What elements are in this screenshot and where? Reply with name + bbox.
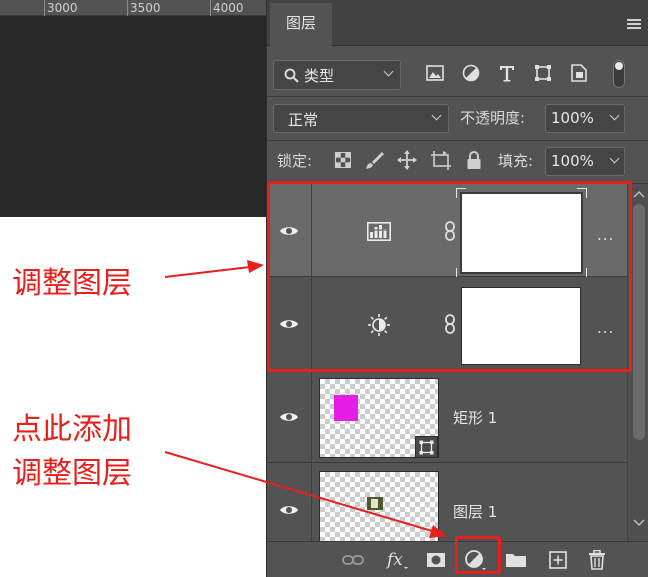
image-filter-icon[interactable] [422, 60, 448, 86]
scroll-up-icon[interactable] [633, 190, 645, 198]
add-mask-icon[interactable] [424, 549, 448, 571]
magenta-rectangle-swatch [334, 395, 358, 421]
lock-artboard-icon[interactable] [430, 150, 452, 174]
panel-menu-icon[interactable] [627, 19, 641, 29]
eye-icon [280, 412, 298, 421]
blend-mode-select[interactable]: 正常 [273, 104, 449, 133]
layer-row-layer-1[interactable]: 图层 1 [267, 463, 627, 541]
chevron-down-icon [609, 110, 620, 121]
search-icon [284, 68, 299, 83]
opacity-field[interactable]: 100% [545, 104, 625, 133]
opacity-label: 不透明度: [460, 109, 526, 127]
type-filter-icon[interactable] [494, 60, 520, 86]
divider [267, 140, 648, 141]
lock-transparent-pixels-icon[interactable] [335, 152, 351, 172]
horizontal-ruler: 3000 3500 4000 [0, 0, 266, 16]
chevron-down-icon [383, 66, 394, 77]
link-layers-icon[interactable] [341, 549, 365, 571]
fill-label: 填充: [498, 152, 534, 170]
fill-field[interactable]: 100% [545, 147, 625, 176]
lock-image-pixels-icon[interactable] [365, 150, 385, 174]
divider [267, 96, 648, 97]
adjustment-filter-icon[interactable] [458, 60, 484, 86]
annotation-click-add-line1: 点此添加 [12, 412, 132, 447]
visibility-toggle[interactable] [267, 370, 312, 463]
ruler-label: 3000 [47, 1, 78, 15]
ruler-tick [210, 0, 211, 16]
ruler-label: 4000 [213, 1, 244, 15]
shape-icon [419, 440, 434, 454]
layer-filter-label: 类型 [304, 67, 335, 85]
scrollbar-thumb[interactable] [633, 204, 645, 440]
ruler-label: 3500 [130, 1, 161, 15]
visibility-toggle[interactable] [267, 463, 312, 541]
panel-tab-bar: 图层 [267, 0, 648, 46]
layer-name[interactable]: 矩形 1 [453, 407, 497, 428]
chevron-down-icon [431, 110, 442, 121]
lock-all-icon[interactable] [466, 150, 482, 174]
scroll-down-icon[interactable] [633, 519, 645, 527]
ruler-tick [127, 0, 128, 16]
image-content-thumbnail [367, 497, 383, 510]
layer-name[interactable]: 图层 1 [453, 501, 497, 522]
layer-row-rectangle-1[interactable]: 矩形 1 [267, 370, 627, 463]
fill-value: 100% [551, 152, 594, 170]
eye-icon [280, 505, 298, 514]
shape-filter-icon[interactable] [530, 60, 556, 86]
annotation-adjustment-layers: 调整图层 [12, 266, 132, 301]
smart-object-filter-icon[interactable] [566, 60, 592, 86]
shape-layer-badge [415, 436, 438, 458]
new-layer-icon[interactable] [546, 549, 570, 571]
filter-toggle-switch[interactable] [613, 60, 625, 88]
lock-label: 锁定: [277, 152, 313, 170]
layer-filter-select[interactable]: 类型 [273, 60, 401, 90]
blend-mode-value: 正常 [288, 111, 319, 129]
svg-text:fx: fx [385, 550, 403, 570]
ruler-tick [44, 0, 45, 16]
lock-position-icon[interactable] [397, 150, 417, 174]
tab-layers[interactable]: 图层 [270, 3, 332, 46]
adjustment-button-highlight [455, 536, 501, 574]
canvas-pasteboard [0, 16, 266, 217]
delete-layer-trash-icon[interactable] [585, 549, 609, 571]
layer-thumbnail[interactable] [319, 471, 439, 541]
adjustment-layers-highlight [267, 181, 632, 372]
chevron-down-icon [609, 153, 620, 164]
opacity-value: 100% [551, 109, 594, 127]
new-group-folder-icon[interactable] [504, 549, 528, 571]
layer-style-fx-icon[interactable]: fx [385, 549, 409, 571]
annotation-click-add-line2: 调整图层 [12, 456, 132, 491]
